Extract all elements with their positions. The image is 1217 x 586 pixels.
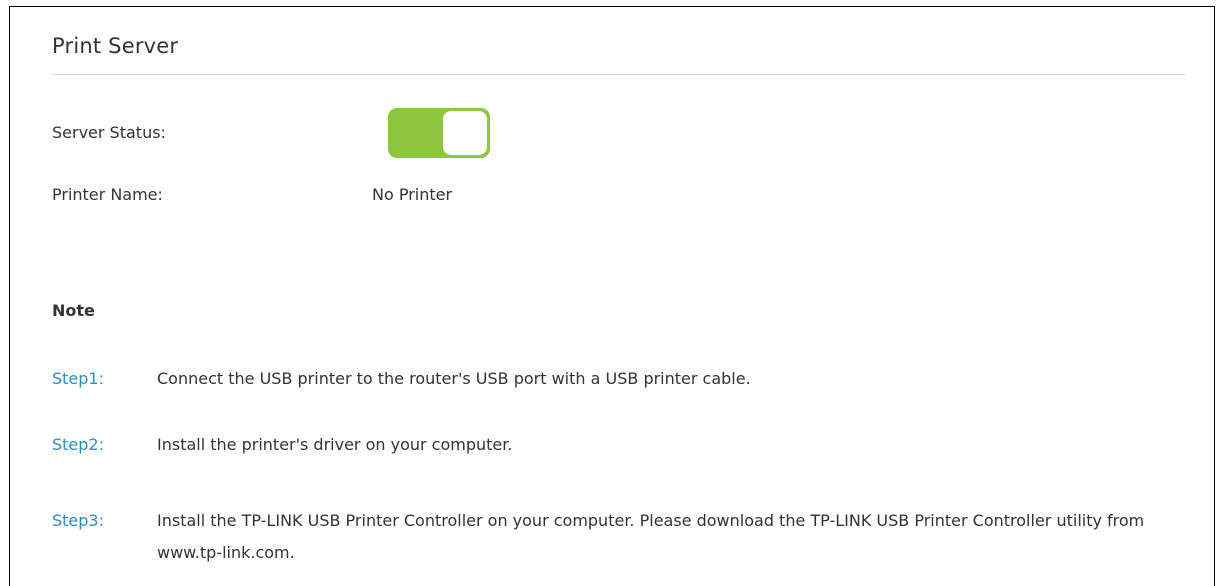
step-1-label: Step1: (52, 369, 104, 388)
print-server-panel: Print Server Server Status: Printer Name… (9, 6, 1215, 586)
step-2-text: Install the printer's driver on your com… (157, 435, 513, 454)
step-2-label: Step2: (52, 435, 104, 454)
printer-name-label: Printer Name: (52, 185, 163, 204)
toggle-knob (443, 111, 487, 155)
title-divider (52, 74, 1185, 75)
server-status-toggle[interactable] (388, 108, 490, 158)
step-1-text: Connect the USB printer to the router's … (157, 369, 751, 388)
note-heading: Note (52, 301, 95, 320)
step-3-label: Step3: (52, 511, 104, 530)
step-3-text: Install the TP-LINK USB Printer Controll… (157, 511, 1145, 562)
server-status-label: Server Status: (52, 123, 166, 142)
panel-title: Print Server (52, 34, 179, 58)
printer-name-value: No Printer (372, 185, 453, 204)
